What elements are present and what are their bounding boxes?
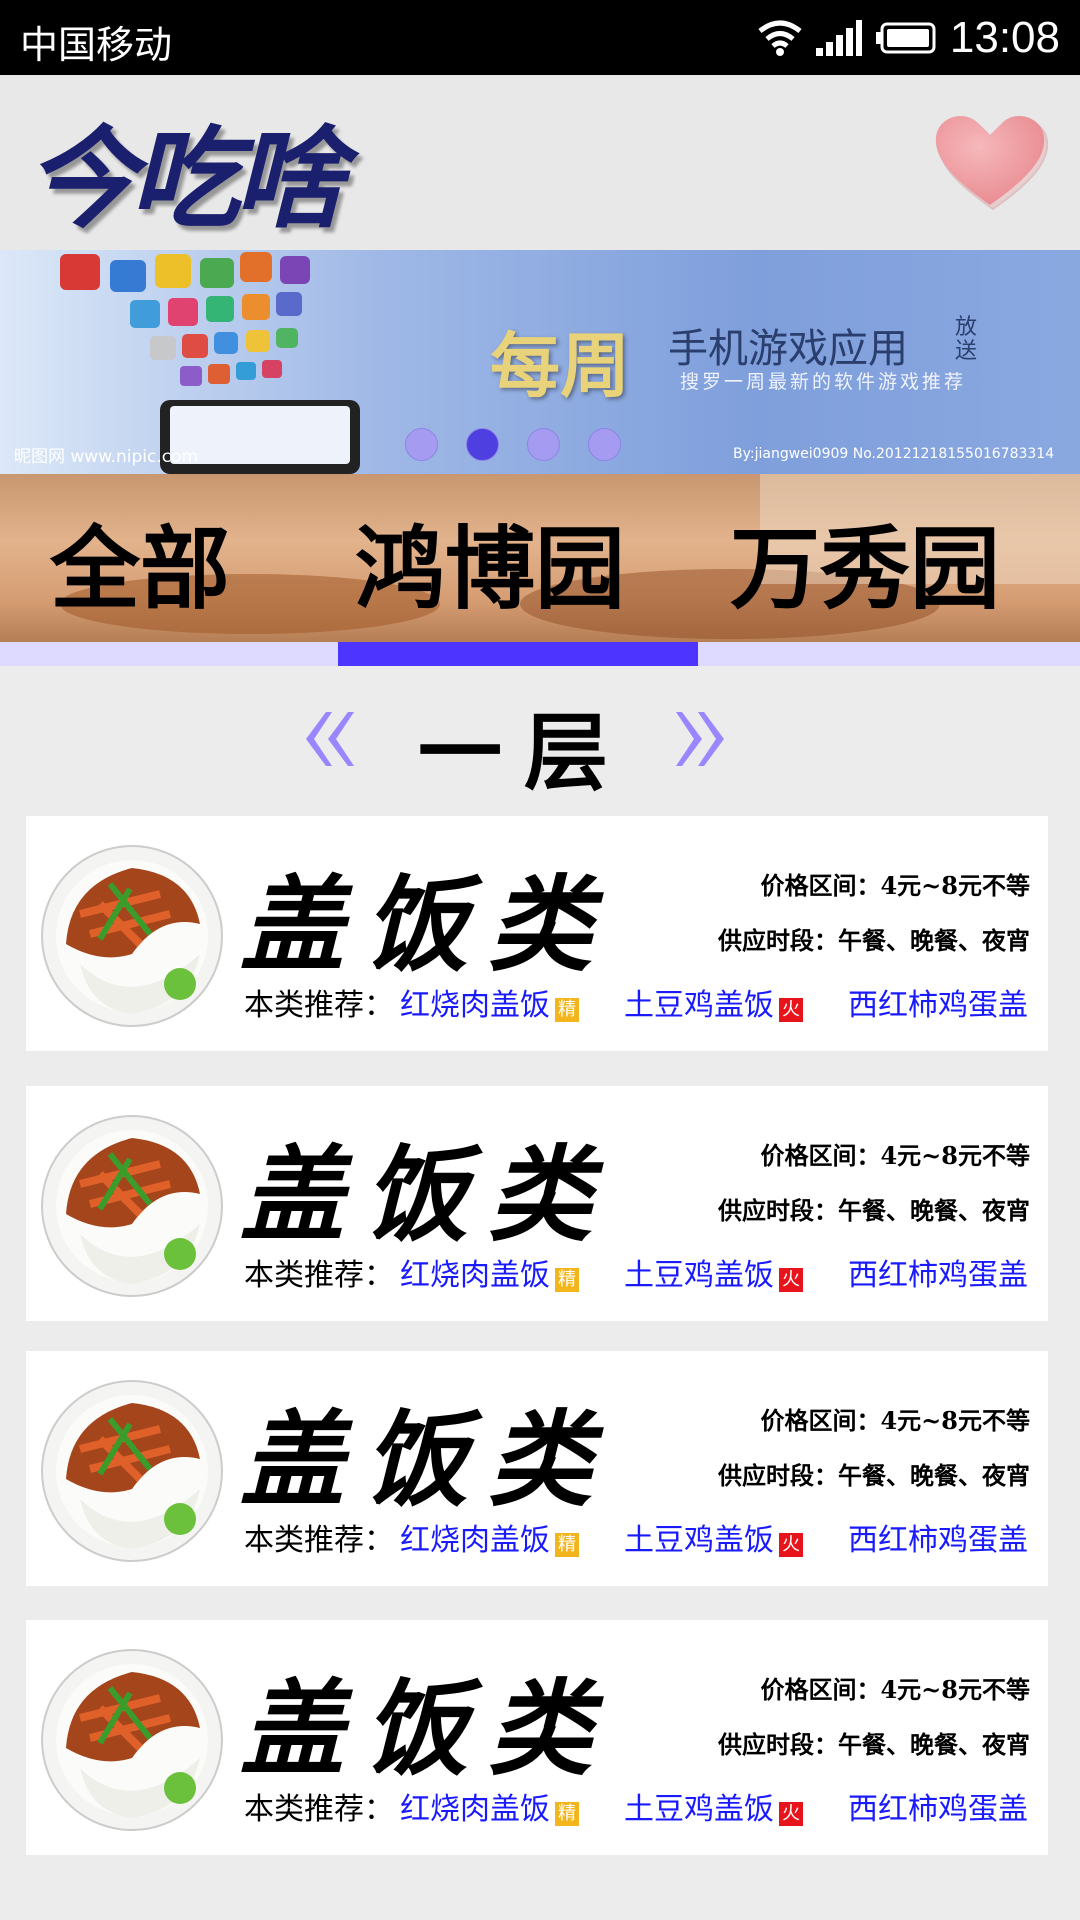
- dish-link[interactable]: 西红柿鸡蛋盖: [848, 1784, 1028, 1828]
- service-hours: 供应时段：午餐、晚餐、夜宵: [718, 926, 1030, 955]
- dish-link[interactable]: 土豆鸡盖饭: [624, 1250, 774, 1294]
- dish-photo: [40, 844, 224, 1028]
- banner-headline-small: 手机游戏应用: [668, 326, 908, 372]
- recommend-label: 本类推荐：: [244, 1258, 394, 1293]
- badge-hot: 火: [779, 1268, 803, 1292]
- battery-icon: [875, 22, 936, 54]
- dish-link[interactable]: 红烧肉盖饭: [400, 980, 550, 1024]
- badge-hot: 火: [779, 1802, 803, 1826]
- badge-hot: 火: [779, 998, 803, 1022]
- badge-hot: 火: [779, 1533, 803, 1557]
- pagination-dot[interactable]: [588, 428, 621, 461]
- dish-photo: [40, 1114, 224, 1298]
- tab-wanxiuyuan[interactable]: 万秀园: [730, 496, 1000, 626]
- tab-all[interactable]: 全部: [50, 496, 230, 626]
- banner-headline-big: 每周: [490, 325, 630, 407]
- price-range: 价格区间：4元~8元不等: [760, 1406, 1030, 1435]
- dish-link[interactable]: 土豆鸡盖饭: [624, 980, 774, 1024]
- dish-link[interactable]: 红烧肉盖饭: [400, 1784, 550, 1828]
- category-title: 盖饭类: [240, 1133, 613, 1256]
- price-range: 价格区间：4元~8元不等: [760, 871, 1030, 900]
- banner-subtitle: 搜罗一周最新的软件游戏推荐: [680, 371, 967, 393]
- dish-link[interactable]: 西红柿鸡蛋盖: [848, 1515, 1028, 1559]
- dish-link[interactable]: 土豆鸡盖饭: [624, 1784, 774, 1828]
- status-icons: 13:08: [758, 10, 1060, 66]
- banner-pagination: [405, 428, 621, 461]
- dish-photo: [40, 1648, 224, 1832]
- category-title: 盖饭类: [240, 1667, 613, 1790]
- floor-title: 一层: [418, 703, 631, 802]
- category-card[interactable]: 盖饭类 价格区间：4元~8元不等 供应时段：午餐、晚餐、夜宵 本类推荐： 红烧肉…: [26, 816, 1048, 1051]
- pagination-dot[interactable]: [527, 428, 560, 461]
- app-header: 今吃啥: [0, 75, 1080, 250]
- floor-selector: 一层: [0, 676, 1080, 806]
- tab-hongboyuan[interactable]: 鸿博园: [355, 496, 625, 626]
- pagination-dot-active[interactable]: [466, 428, 499, 461]
- recommend-label: 本类推荐：: [244, 1523, 394, 1558]
- price-range: 价格区间：4元~8元不等: [760, 1675, 1030, 1704]
- app-icons-illustration: [40, 250, 420, 474]
- heart-icon[interactable]: [930, 105, 1050, 215]
- category-tabs: 全部 鸿博园 万秀园: [0, 474, 1080, 642]
- carrier-label: 中国移动: [20, 23, 173, 67]
- pagination-dot[interactable]: [405, 428, 438, 461]
- badge-fine: 精: [555, 1268, 579, 1292]
- category-card[interactable]: 盖饭类 价格区间：4元~8元不等 供应时段：午餐、晚餐、夜宵 本类推荐： 红烧肉…: [26, 1620, 1048, 1855]
- category-title: 盖饭类: [240, 1398, 613, 1521]
- dish-link[interactable]: 红烧肉盖饭: [400, 1515, 550, 1559]
- dish-link[interactable]: 西红柿鸡蛋盖: [848, 1250, 1028, 1294]
- service-hours: 供应时段：午餐、晚餐、夜宵: [718, 1730, 1030, 1759]
- category-card[interactable]: 盖饭类 价格区间：4元~8元不等 供应时段：午餐、晚餐、夜宵 本类推荐： 红烧肉…: [26, 1351, 1048, 1586]
- dish-photo: [40, 1379, 224, 1563]
- app-logo: 今吃啥: [26, 114, 344, 243]
- banner-headline-vertical: 放送: [955, 315, 978, 364]
- wifi-icon: [758, 19, 802, 57]
- category-card[interactable]: 盖饭类 价格区间：4元~8元不等 供应时段：午餐、晚餐、夜宵 本类推荐： 红烧肉…: [26, 1086, 1048, 1321]
- double-chevron-right-icon[interactable]: [672, 704, 732, 774]
- clock: 13:08: [949, 13, 1060, 62]
- dish-link[interactable]: 红烧肉盖饭: [400, 1250, 550, 1294]
- recommend-label: 本类推荐：: [244, 988, 394, 1023]
- service-hours: 供应时段：午餐、晚餐、夜宵: [718, 1196, 1030, 1225]
- dish-link[interactable]: 西红柿鸡蛋盖: [848, 980, 1028, 1024]
- banner-watermark-left: 昵图网 www.nipic.com: [14, 447, 199, 467]
- status-bar: 中国移动 13:08: [0, 0, 1080, 75]
- badge-fine: 精: [555, 998, 579, 1022]
- tab-indicator: [338, 642, 698, 666]
- badge-fine: 精: [555, 1533, 579, 1557]
- dish-link[interactable]: 土豆鸡盖饭: [624, 1515, 774, 1559]
- price-range: 价格区间：4元~8元不等: [760, 1141, 1030, 1170]
- service-hours: 供应时段：午餐、晚餐、夜宵: [718, 1461, 1030, 1490]
- recommend-label: 本类推荐：: [244, 1792, 394, 1827]
- double-chevron-left-icon[interactable]: [298, 704, 358, 774]
- badge-fine: 精: [555, 1802, 579, 1826]
- category-title: 盖饭类: [240, 863, 613, 986]
- banner-watermark-right: By:jiangwei0909 No.20121218155016783314: [733, 446, 1055, 462]
- signal-icon: [815, 20, 862, 56]
